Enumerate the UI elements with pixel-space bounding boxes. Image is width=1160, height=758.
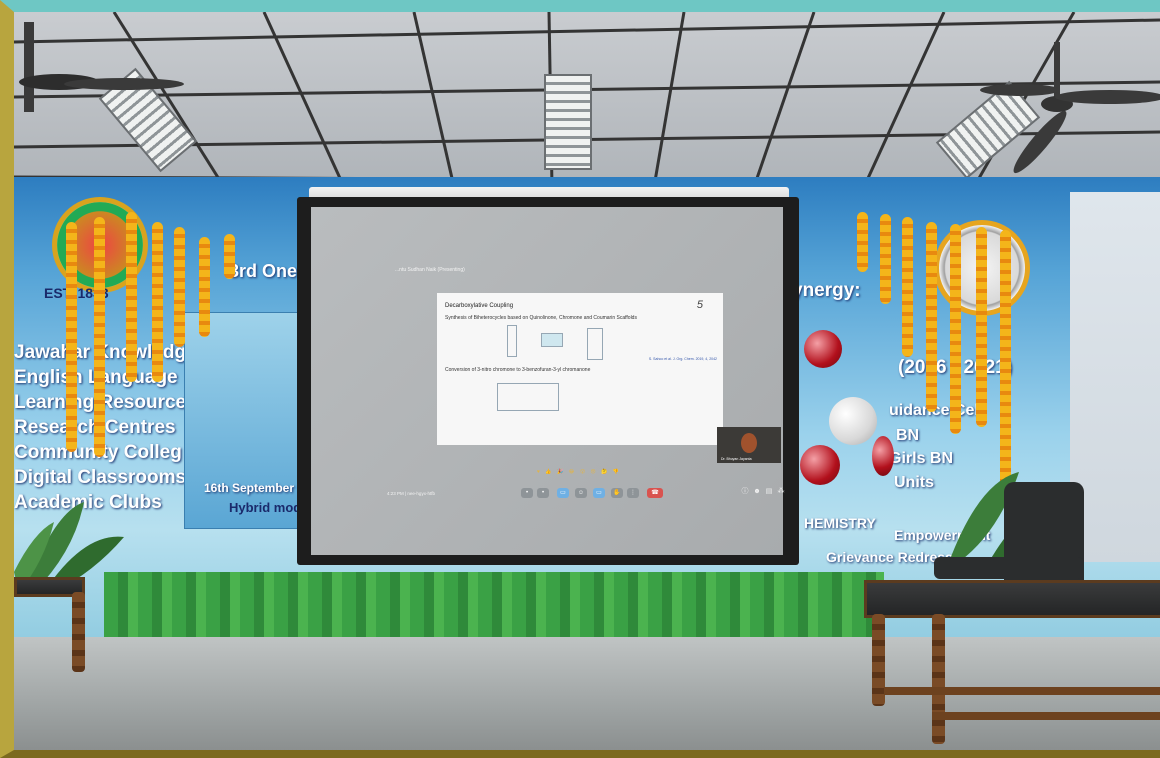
molecule-ball: [829, 397, 877, 445]
info-icon[interactable]: ⓘ: [741, 488, 749, 496]
present-button[interactable]: ▭: [593, 488, 605, 498]
slide-page-number: 5: [696, 299, 703, 311]
molecule-ball: [804, 330, 842, 368]
camera-button[interactable]: •: [537, 488, 549, 498]
marigold-garland: [902, 217, 913, 357]
meeting-time: 4:23 PM | nee-hgyx-htfb: [387, 491, 435, 496]
marigold-garland: [926, 222, 937, 412]
reactions-bar[interactable]: ♥ 👍 🎉 😂 😮 😢 🤔 👎: [537, 469, 621, 475]
marigold-garland: [224, 234, 235, 279]
slide-reference: S. Sahoo et al. J. Org. Chem. 2019, 4, 2…: [648, 357, 717, 361]
people-icon[interactable]: ☻: [753, 488, 761, 496]
ceiling: [14, 12, 1160, 192]
grass-mural: [104, 572, 884, 642]
event-mode: Hybrid mod: [229, 500, 302, 515]
more-options-button[interactable]: ⋮: [627, 488, 639, 498]
chemistry-label: HEMISTRY: [804, 515, 876, 531]
molecule-ball: [872, 436, 894, 476]
marigold-garland: [1000, 230, 1011, 490]
structure-image: [541, 333, 563, 347]
table-leg: [932, 614, 945, 744]
office-chair: [934, 557, 1084, 579]
structure-image: [507, 325, 517, 357]
marigold-garland: [174, 227, 185, 347]
table-shelf: [932, 712, 1160, 720]
ceiling-fan: [980, 42, 1160, 174]
activities-icon[interactable]: ⁂: [777, 488, 785, 496]
end-call-button[interactable]: ☎: [647, 488, 663, 498]
ceiling-fan: [19, 22, 184, 112]
synergy-heading: ynergy:: [792, 280, 861, 301]
participant-name: Dr. Bhuyan Jayanta: [721, 457, 752, 461]
photo-scene: EST. 1833 Jawahar Knowledg English Langu…: [14, 12, 1160, 750]
ceiling-light: [544, 74, 592, 170]
banner-right-line: Units: [894, 474, 934, 491]
marigold-garland: [857, 212, 868, 272]
participant-video[interactable]: Dr. Bhuyan Jayanta: [717, 427, 781, 463]
slide-subtitle: Synthesis of Biheterocycles based on Qui…: [445, 315, 637, 321]
captions-button[interactable]: ▭: [557, 488, 569, 498]
wooden-table: [864, 580, 1160, 618]
projector-screen: ...ntu Sudhan Naik (Presenting) Decarbox…: [297, 197, 799, 565]
presentation-slide: Decarboxylative Coupling Synthesis of Bi…: [437, 293, 723, 445]
participant-avatar: [741, 433, 757, 453]
mic-button[interactable]: •: [521, 488, 533, 498]
slide-title: Decarboxylative Coupling: [445, 303, 514, 309]
projection-area: ...ntu Sudhan Naik (Presenting) Decarbox…: [311, 207, 785, 555]
marigold-garland: [94, 217, 105, 457]
raise-hand-button[interactable]: ✋: [611, 488, 623, 498]
table-shelf: [884, 687, 1160, 695]
banner-right-line: BN: [896, 427, 920, 444]
structure-image: [587, 328, 603, 360]
marigold-garland: [880, 214, 891, 304]
presenter-label: ...ntu Sudhan Naik (Presenting): [395, 267, 465, 273]
structure-image: [497, 383, 559, 411]
chat-icon[interactable]: ▤: [765, 488, 773, 496]
emoji-button[interactable]: ☺: [575, 488, 587, 498]
event-date: 16th September: [204, 481, 295, 495]
marigold-garland: [950, 224, 961, 434]
molecule-ball: [800, 445, 840, 485]
marigold-garland: [66, 222, 77, 452]
slide-subtitle: Conversion of 3-nitro chromone to 3-benz…: [445, 367, 591, 373]
marigold-garland: [199, 237, 210, 337]
marigold-garland: [976, 227, 987, 427]
marigold-garland: [126, 212, 137, 382]
banner-line: Digital Classrooms: [14, 467, 187, 488]
marigold-garland: [152, 222, 163, 382]
table-leg: [72, 592, 85, 672]
